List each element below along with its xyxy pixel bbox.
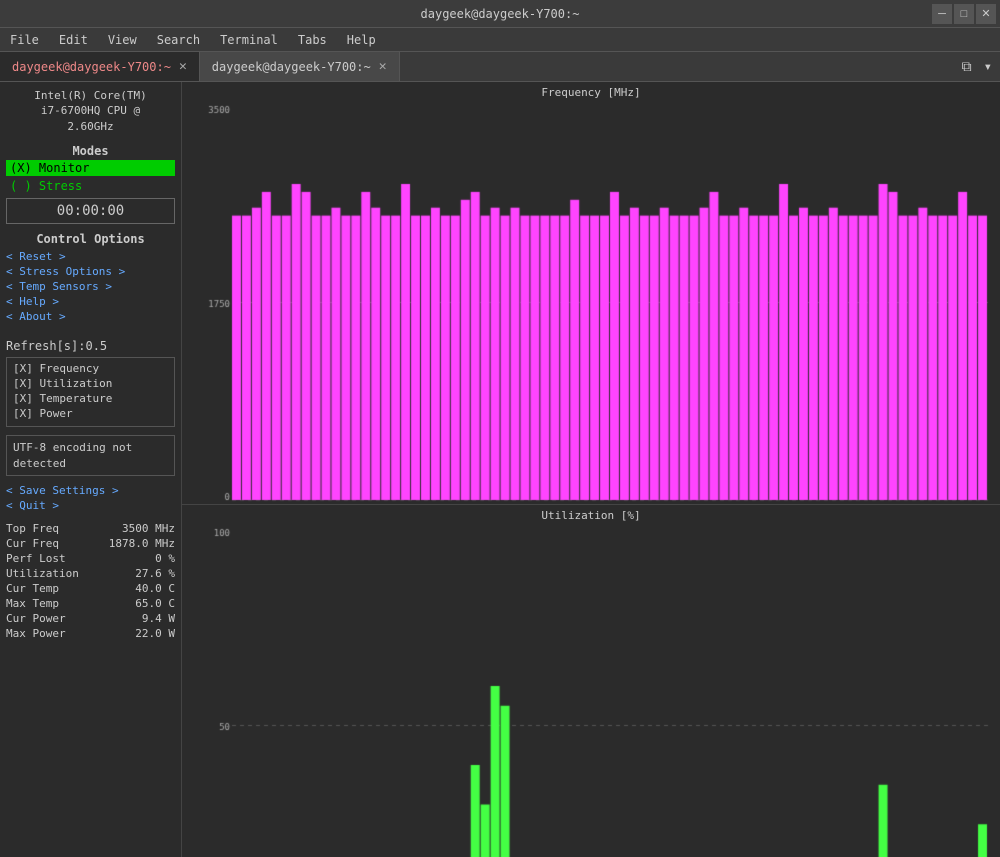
help-link[interactable]: < Help > bbox=[6, 295, 175, 308]
title-bar-text: daygeek@daygeek-Y700:~ bbox=[421, 7, 580, 21]
reset-link[interactable]: < Reset > bbox=[6, 250, 175, 263]
tab-2-label: daygeek@daygeek-Y700:~ bbox=[212, 60, 371, 74]
about-link[interactable]: < About > bbox=[6, 310, 175, 323]
tab-2-close[interactable]: ✕ bbox=[379, 59, 387, 74]
tab-menu-icon[interactable]: ▾ bbox=[980, 59, 996, 75]
menu-search[interactable]: Search bbox=[151, 31, 206, 49]
stress-options-link[interactable]: < Stress Options > bbox=[6, 265, 175, 278]
stat-cur-freq-label: Cur Freq bbox=[6, 537, 59, 550]
tab-1-label: daygeek@daygeek-Y700:~ bbox=[12, 60, 171, 74]
modes-label: Modes bbox=[6, 144, 175, 158]
stat-max-power-val: 22.0 W bbox=[135, 627, 175, 640]
menu-terminal[interactable]: Terminal bbox=[214, 31, 284, 49]
stat-max-temp: Max Temp 65.0 C bbox=[6, 597, 175, 610]
quit-link[interactable]: < Quit > bbox=[6, 499, 175, 512]
encoding-box: UTF-8 encoding not detected bbox=[6, 435, 175, 476]
title-bar-controls: ─ □ ✕ bbox=[932, 4, 1000, 24]
temp-sensors-link[interactable]: < Temp Sensors > bbox=[6, 280, 175, 293]
stat-cur-freq: Cur Freq 1878.0 MHz bbox=[6, 537, 175, 550]
mode-monitor[interactable]: (X) Monitor bbox=[6, 160, 175, 176]
stat-cur-temp-val: 40.0 C bbox=[135, 582, 175, 595]
menu-view[interactable]: View bbox=[102, 31, 143, 49]
checkbox-temperature[interactable]: [X] Temperature bbox=[13, 392, 168, 405]
main-content: Intel(R) Core(TM) i7-6700HQ CPU @ 2.60GH… bbox=[0, 82, 1000, 857]
frequency-chart-inner bbox=[190, 101, 992, 502]
menu-tabs[interactable]: Tabs bbox=[292, 31, 333, 49]
stat-top-freq-val: 3500 MHz bbox=[122, 522, 175, 535]
stat-cur-power-val: 9.4 W bbox=[142, 612, 175, 625]
stat-cur-power-label: Cur Power bbox=[6, 612, 66, 625]
close-button[interactable]: ✕ bbox=[976, 4, 996, 24]
minimize-button[interactable]: ─ bbox=[932, 4, 952, 24]
menu-edit[interactable]: Edit bbox=[53, 31, 94, 49]
stat-top-freq-label: Top Freq bbox=[6, 522, 59, 535]
timer-display: 00:00:00 bbox=[6, 198, 175, 224]
frequency-chart-section: Frequency [MHz] bbox=[182, 82, 1000, 505]
stat-perf-lost: Perf Lost 0 % bbox=[6, 552, 175, 565]
tab-bar: daygeek@daygeek-Y700:~ ✕ daygeek@daygeek… bbox=[0, 52, 1000, 82]
checkbox-utilization[interactable]: [X] Utilization bbox=[13, 377, 168, 390]
stat-utilization: Utilization 27.6 % bbox=[6, 567, 175, 580]
checkbox-frequency[interactable]: [X] Frequency bbox=[13, 362, 168, 375]
tab-2[interactable]: daygeek@daygeek-Y700:~ ✕ bbox=[200, 52, 400, 81]
utilization-canvas bbox=[190, 524, 992, 857]
cpu-info: Intel(R) Core(TM) i7-6700HQ CPU @ 2.60GH… bbox=[6, 88, 175, 134]
utilization-chart-title: Utilization [%] bbox=[190, 509, 992, 522]
stat-max-power-label: Max Power bbox=[6, 627, 66, 640]
frequency-canvas bbox=[190, 101, 992, 502]
tab-1-close[interactable]: ✕ bbox=[179, 59, 187, 74]
control-links: < Reset > < Stress Options > < Temp Sens… bbox=[6, 250, 175, 325]
control-options-label: Control Options bbox=[6, 232, 175, 246]
sidebar: Intel(R) Core(TM) i7-6700HQ CPU @ 2.60GH… bbox=[0, 82, 182, 857]
stats-section: Top Freq 3500 MHz Cur Freq 1878.0 MHz Pe… bbox=[6, 522, 175, 642]
stat-cur-temp-label: Cur Temp bbox=[6, 582, 59, 595]
utilization-chart-inner bbox=[190, 524, 992, 857]
menu-bar: File Edit View Search Terminal Tabs Help bbox=[0, 28, 1000, 52]
checkboxes-box: [X] Frequency [X] Utilization [X] Temper… bbox=[6, 357, 175, 427]
maximize-button[interactable]: □ bbox=[954, 4, 974, 24]
frequency-chart-title: Frequency [MHz] bbox=[190, 86, 992, 99]
save-settings-link[interactable]: < Save Settings > bbox=[6, 484, 175, 497]
tab-actions: ⧉ ▾ bbox=[958, 52, 1000, 81]
tab-1[interactable]: daygeek@daygeek-Y700:~ ✕ bbox=[0, 52, 200, 81]
stat-perf-lost-val: 0 % bbox=[155, 552, 175, 565]
save-quit-links: < Save Settings > < Quit > bbox=[6, 484, 175, 514]
menu-file[interactable]: File bbox=[4, 31, 45, 49]
stat-max-temp-val: 65.0 C bbox=[135, 597, 175, 610]
stat-max-power: Max Power 22.0 W bbox=[6, 627, 175, 640]
checkbox-power[interactable]: [X] Power bbox=[13, 407, 168, 420]
menu-help[interactable]: Help bbox=[341, 31, 382, 49]
stat-max-temp-label: Max Temp bbox=[6, 597, 59, 610]
utilization-chart-section: Utilization [%] bbox=[182, 505, 1000, 857]
stat-perf-lost-label: Perf Lost bbox=[6, 552, 66, 565]
tab-restore-icon[interactable]: ⧉ bbox=[958, 59, 976, 75]
title-bar: daygeek@daygeek-Y700:~ ─ □ ✕ bbox=[0, 0, 1000, 28]
charts-area: Frequency [MHz] Utilization [%] Temperat… bbox=[182, 82, 1000, 857]
stat-cur-freq-val: 1878.0 MHz bbox=[109, 537, 175, 550]
stat-cur-power: Cur Power 9.4 W bbox=[6, 612, 175, 625]
mode-stress[interactable]: ( ) Stress bbox=[6, 178, 175, 194]
stat-cur-temp: Cur Temp 40.0 C bbox=[6, 582, 175, 595]
stat-top-freq: Top Freq 3500 MHz bbox=[6, 522, 175, 535]
refresh-label: Refresh[s]:0.5 bbox=[6, 339, 175, 353]
stat-utilization-label: Utilization bbox=[6, 567, 79, 580]
stat-utilization-val: 27.6 % bbox=[135, 567, 175, 580]
